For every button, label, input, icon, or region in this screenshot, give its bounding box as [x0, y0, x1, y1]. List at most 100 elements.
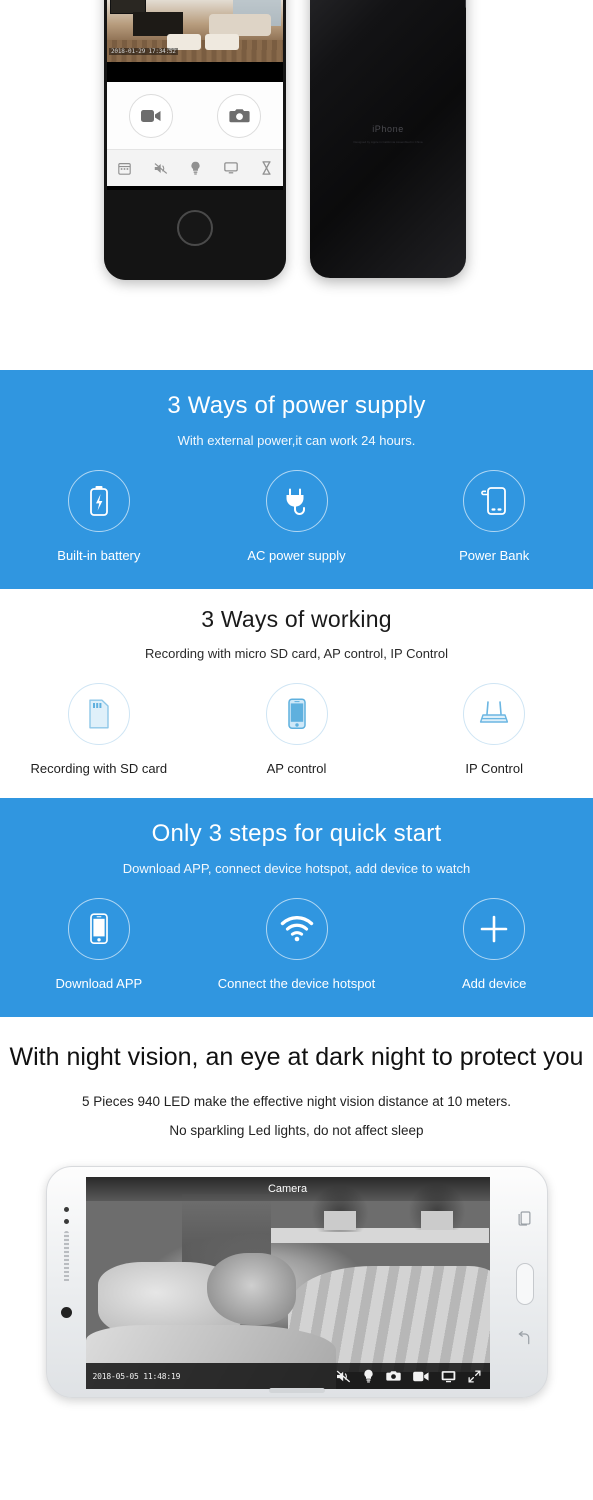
phone-brand-word: iPhone — [372, 124, 404, 134]
landscape-phone-mockup: Camera 2018-05-05 11:48:19 — [45, 1166, 548, 1398]
sensor-dot-2 — [64, 1219, 69, 1224]
night-vision-footage — [85, 1177, 490, 1389]
section-subtitle: Recording with micro SD card, AP control… — [145, 646, 448, 661]
monitor-icon[interactable] — [441, 1370, 456, 1383]
mute-speaker-icon[interactable] — [336, 1370, 351, 1383]
phone-fine-print-1: Designed by Apple in California Assemble… — [353, 140, 423, 144]
section-ways-of-working: 3 Ways of working Recording with micro S… — [0, 589, 593, 798]
feature-label: Connect the device hotspot — [217, 976, 376, 991]
hero-phones-section: 2018-01-29 17:34:52 iPhone Designed by A… — [0, 0, 593, 370]
power-button[interactable] — [465, 0, 466, 8]
night-vision-line-1: 5 Pieces 940 LED make the effective nigh… — [82, 1094, 511, 1109]
toolbar-icons — [336, 1369, 481, 1383]
section-title: 3 Ways of power supply — [167, 392, 426, 419]
section-title: 3 Ways of working — [201, 606, 392, 632]
feature-icon-circle — [463, 683, 526, 745]
footage-timestamp: 2018-05-05 11:48:19 — [92, 1371, 181, 1381]
front-phone-mockup: 2018-01-29 17:34:52 — [104, 0, 286, 280]
bottom-speaker — [268, 1388, 325, 1393]
feature-ac-power-supply[interactable]: AC power supply — [198, 470, 396, 563]
phone-chin — [104, 190, 286, 280]
feature-sd-recording[interactable]: Recording with SD card — [0, 683, 198, 776]
battery-icon — [89, 486, 108, 516]
section-subtitle: Download APP, connect device hotspot, ad… — [122, 861, 471, 876]
night-vision-title: With night vision, an eye at dark night … — [9, 1043, 584, 1071]
back-arrow-icon — [518, 1331, 529, 1345]
feature-label: Add device — [462, 976, 527, 991]
hourglass-icon[interactable] — [261, 161, 272, 175]
cabinet-decor — [133, 12, 183, 36]
live-view-timestamp: 2018-01-29 17:34:52 — [109, 48, 178, 55]
feature-ap-control[interactable]: AP control — [198, 683, 396, 776]
section-subtitle: With external power,it can work 24 hours… — [177, 433, 416, 448]
power-bank-icon — [481, 487, 507, 515]
feature-ip-control[interactable]: IP Control — [395, 683, 593, 776]
feature-icon-circle — [265, 683, 328, 745]
feature-row: Download APP Connect the device hotspot — [0, 898, 593, 991]
sleeping-person — [206, 1253, 296, 1326]
screen-top-bar: Camera — [85, 1177, 490, 1201]
app-toolbar — [107, 150, 283, 186]
ottoman-decor-2 — [205, 34, 239, 50]
feature-download-app[interactable]: Download APP — [0, 898, 198, 991]
feature-icon-circle — [463, 898, 526, 960]
feature-icon-circle — [265, 470, 328, 532]
feature-add-device[interactable]: Add device — [395, 898, 593, 991]
phone-left-sensors — [59, 1207, 75, 1318]
lightbulb-icon[interactable] — [190, 161, 201, 175]
night-vision-screen: Camera 2018-05-05 11:48:19 — [85, 1177, 490, 1389]
feature-label: Recording with SD card — [30, 761, 168, 776]
power-plug-icon — [286, 488, 305, 515]
sofa-decor — [209, 14, 271, 36]
mute-speaker-icon[interactable] — [154, 162, 168, 175]
lightbulb-icon[interactable] — [363, 1369, 374, 1383]
product-detail-page: 2018-01-29 17:34:52 iPhone Designed by A… — [0, 0, 593, 1500]
feature-icon-circle — [67, 470, 130, 532]
playback-icon[interactable] — [118, 162, 132, 175]
record-video-button[interactable] — [129, 93, 173, 138]
sensor-dot-1 — [64, 1207, 69, 1212]
recents-icon — [518, 1211, 530, 1226]
smartphone-icon — [287, 698, 306, 729]
feature-power-bank[interactable]: Power Bank — [395, 470, 593, 563]
recents-button[interactable] — [518, 1211, 531, 1231]
sd-card-icon — [89, 699, 109, 729]
feature-icon-circle — [67, 898, 130, 960]
letterbox-bar — [107, 62, 283, 82]
monitor-icon[interactable] — [224, 162, 238, 174]
screen-bottom-toolbar: 2018-05-05 11:48:19 — [85, 1363, 490, 1389]
front-camera-lens — [61, 1307, 72, 1318]
wifi-icon — [280, 916, 313, 942]
router-icon — [480, 701, 509, 723]
home-button[interactable] — [177, 210, 213, 246]
video-camera-icon[interactable] — [412, 1371, 429, 1382]
section-title: Only 3 steps for quick start — [151, 820, 442, 847]
fullscreen-icon[interactable] — [467, 1369, 481, 1383]
earpiece-grill — [64, 1231, 69, 1283]
smartphone-icon — [89, 913, 108, 945]
section-power-supply: 3 Ways of power supply With external pow… — [0, 370, 593, 589]
plus-icon — [480, 915, 508, 943]
photo-camera-icon[interactable] — [385, 1370, 401, 1382]
video-camera-icon — [141, 109, 161, 122]
feature-built-in-battery[interactable]: Built-in battery — [0, 470, 198, 563]
app-screen: 2018-01-29 17:34:52 — [107, 0, 283, 190]
feature-label: AP control — [266, 761, 327, 776]
feature-icon-circle — [67, 683, 130, 745]
feature-label: Download APP — [55, 976, 143, 991]
feature-connect-hotspot[interactable]: Connect the device hotspot — [198, 898, 396, 991]
pot-decor-1 — [323, 1210, 357, 1230]
app-primary-controls — [107, 82, 283, 150]
feature-icon-circle — [265, 898, 328, 960]
back-button[interactable] — [517, 1331, 531, 1350]
section-quick-start: Only 3 steps for quick start Download AP… — [0, 798, 593, 1017]
take-photo-button[interactable] — [217, 93, 261, 138]
home-button[interactable] — [515, 1263, 534, 1305]
feature-label: Power Bank — [459, 548, 530, 563]
feature-label: AC power supply — [247, 548, 346, 563]
pot-decor-2 — [420, 1210, 454, 1230]
night-vision-line-2: No sparkling Led lights, do not affect s… — [169, 1123, 424, 1138]
section-night-vision: With night vision, an eye at dark night … — [0, 1017, 593, 1398]
feature-icon-circle — [463, 470, 526, 532]
feature-label: Built-in battery — [57, 548, 141, 563]
